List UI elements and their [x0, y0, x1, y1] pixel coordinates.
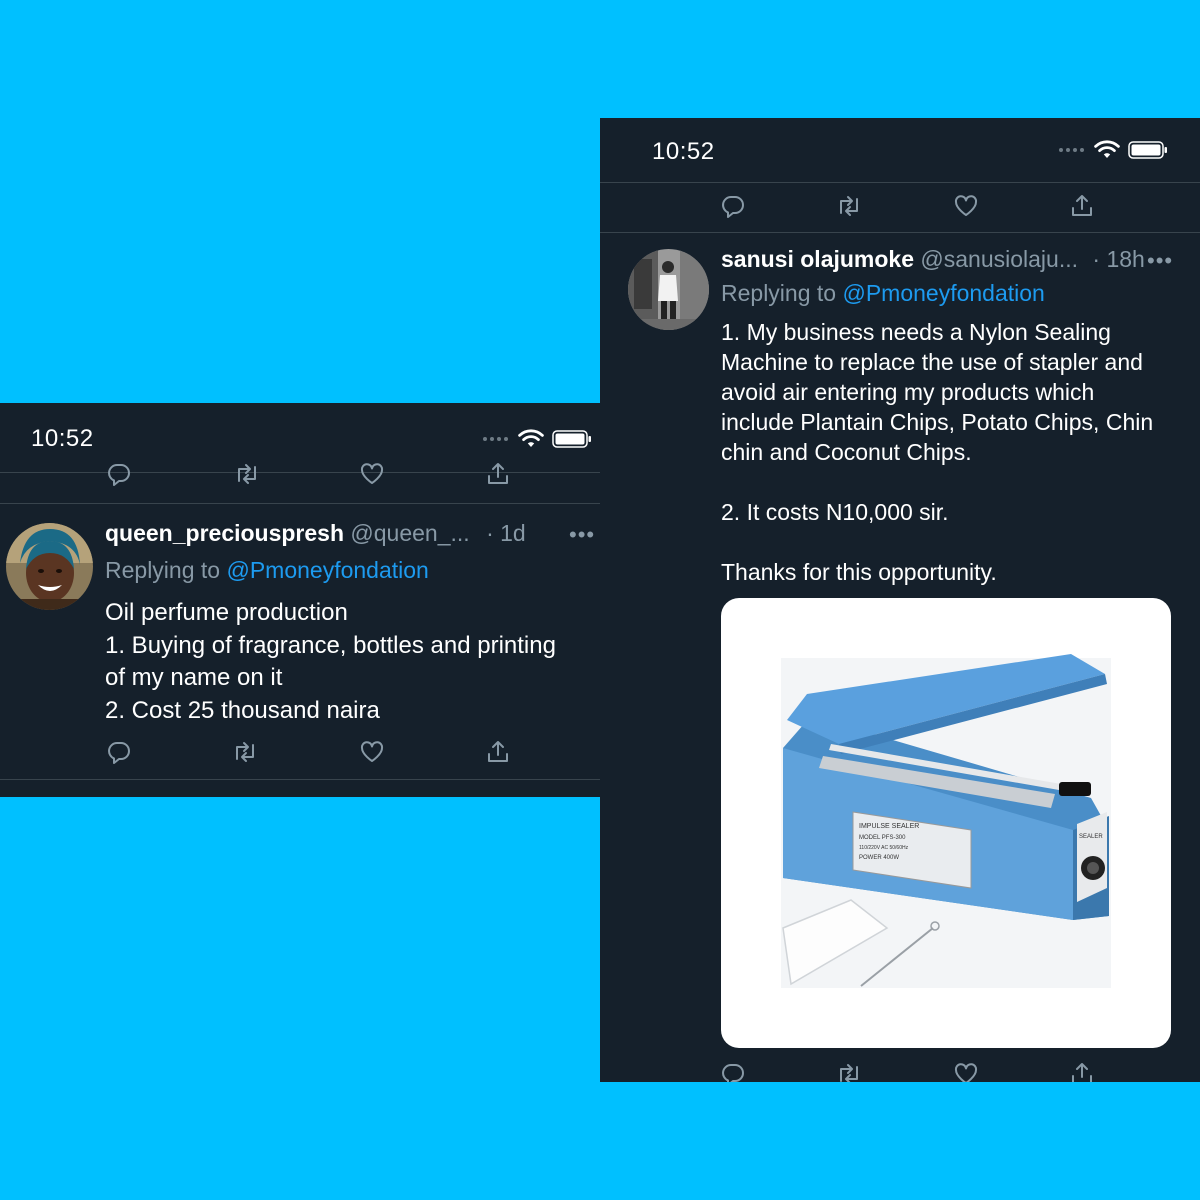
status-time: 10:52	[652, 138, 715, 165]
share-icon[interactable]	[485, 461, 511, 487]
sealer-label-line: MODEL PFS-300	[859, 835, 906, 841]
tweet-media-image[interactable]: IMPULSE SEALER MODEL PFS-300 110/220V AC…	[721, 598, 1171, 1048]
tweet-line: include Plantain Chips, Potato Chips, Ch…	[721, 409, 1154, 435]
impulse-sealer-photo: IMPULSE SEALER MODEL PFS-300 110/220V AC…	[781, 654, 1111, 988]
handle[interactable]: @queen_...	[350, 520, 469, 546]
share-icon[interactable]	[1069, 1061, 1095, 1082]
share-icon[interactable]	[485, 739, 511, 765]
like-icon[interactable]	[359, 739, 385, 765]
avatar-photo	[6, 523, 93, 610]
timestamp[interactable]: · 1d	[486, 520, 526, 546]
signal-icon	[1059, 148, 1084, 152]
tweet-blank-line	[721, 527, 1153, 557]
handle[interactable]: @sanusiolaju...	[920, 246, 1078, 272]
replying-to-link[interactable]: @Pmoneyfondation	[842, 280, 1044, 306]
tweet-line: 2. It costs N10,000 sir.	[721, 499, 949, 525]
more-options-icon[interactable]: •••	[569, 522, 595, 548]
battery-icon	[1128, 141, 1167, 159]
tweet-blank-line	[721, 467, 1153, 497]
tweet-line: chin and Coconut Chips.	[721, 439, 972, 465]
avatar-photo	[628, 249, 709, 330]
retweet-icon[interactable]	[836, 193, 862, 219]
prev-tweet-actions	[600, 182, 1200, 233]
like-icon[interactable]	[359, 461, 385, 487]
replying-to-link[interactable]: @Pmoneyfondation	[226, 557, 428, 583]
tweet-line: 1. My business needs a Nylon Sealing	[721, 319, 1111, 345]
tweet-header: queen_preciouspresh @queen_... · 1d	[105, 520, 526, 547]
retweet-icon[interactable]	[234, 461, 260, 487]
tweet-line: Oil perfume production	[105, 599, 348, 626]
replying-label: Replying to	[105, 557, 221, 583]
share-icon[interactable]	[1069, 193, 1095, 219]
tweet-line: of my name on it	[105, 664, 283, 691]
display-name[interactable]: queen_preciouspresh	[105, 520, 344, 546]
sealer-label-line: POWER 400W	[859, 855, 899, 861]
reply-icon[interactable]	[720, 1061, 746, 1082]
prev-tweet-actions	[0, 463, 600, 504]
reply-icon[interactable]	[720, 193, 746, 219]
divider	[0, 779, 600, 780]
sealer-label-line: 110/220V AC 50/60Hz	[859, 845, 909, 851]
battery-icon	[552, 430, 591, 448]
tweet-line: 2. Cost 25 thousand naira	[105, 696, 380, 724]
wifi-icon	[518, 429, 544, 447]
status-bar: 10:52	[600, 118, 1200, 183]
tweet-text: 1. My business needs a Nylon Sealing Mac…	[721, 317, 1153, 587]
reply-icon[interactable]	[106, 461, 132, 487]
replying-to: Replying to @Pmoneyfondation	[721, 280, 1045, 307]
reply-icon[interactable]	[106, 739, 132, 765]
sealer-label-line: IMPULSE SEALER	[859, 823, 919, 830]
avatar[interactable]	[6, 523, 93, 610]
avatar[interactable]	[628, 249, 709, 330]
tweet-line: Machine to replace the use of stapler an…	[721, 349, 1143, 375]
tweet-header: sanusi olajumoke @sanusiolaju... · 18h	[721, 246, 1145, 273]
display-name[interactable]: sanusi olajumoke	[721, 246, 914, 272]
tweet-line: avoid air entering my products which	[721, 379, 1095, 405]
more-options-icon[interactable]: •••	[1147, 248, 1173, 274]
timestamp[interactable]: · 18h	[1092, 246, 1144, 272]
retweet-icon[interactable]	[232, 739, 258, 765]
wifi-icon	[1094, 140, 1120, 158]
tweet-text: Oil perfume production 1. Buying of frag…	[105, 597, 556, 727]
sealer-side-label: SEALER	[1079, 834, 1103, 840]
tweet-line: Thanks for this opportunity.	[721, 559, 997, 585]
like-icon[interactable]	[953, 1061, 979, 1082]
retweet-icon[interactable]	[836, 1061, 862, 1082]
replying-label: Replying to	[721, 280, 837, 306]
tweet-line: 1. Buying of fragrance, bottles and prin…	[105, 631, 556, 659]
like-icon[interactable]	[953, 193, 979, 219]
replying-to: Replying to @Pmoneyfondation	[105, 557, 429, 584]
status-time: 10:52	[31, 425, 94, 452]
signal-icon	[483, 437, 508, 441]
